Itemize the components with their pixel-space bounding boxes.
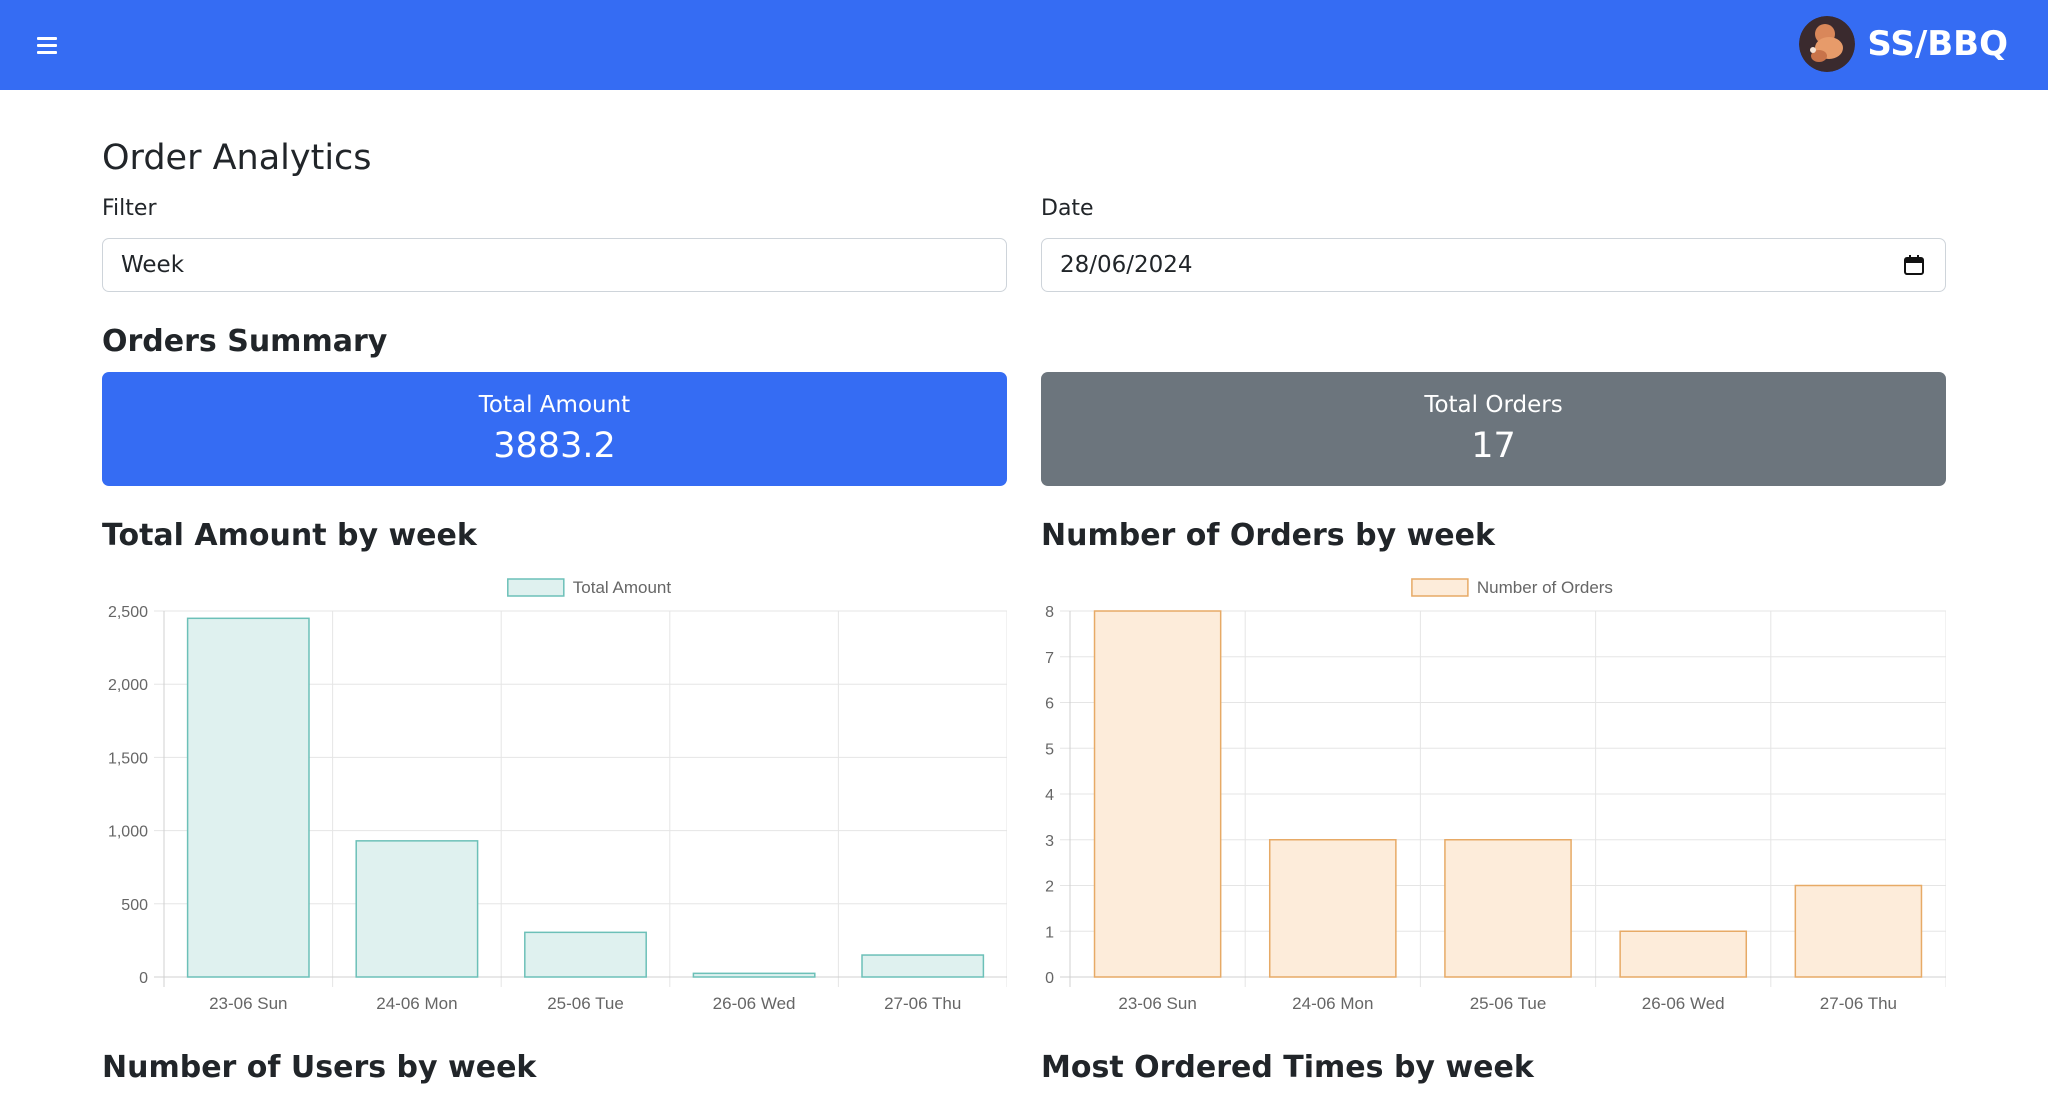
bar[interactable] (524, 931, 647, 978)
number-of-orders-chart: Number of Orders 0 1 2 3 4 5 6 7 8 23-06 Sun 24-06 … (1045, 578, 1946, 1013)
total-amount-card: Total Amount 3883.2 (102, 372, 1007, 486)
bar[interactable] (1093, 610, 1222, 978)
filter-value: Week (121, 252, 185, 278)
y-tick-label: 6 (1045, 696, 1054, 713)
x-tick-label: 26-06 Wed (713, 994, 796, 1013)
orders-summary-title: Orders Summary (102, 324, 388, 359)
page-title: Order Analytics (102, 138, 372, 178)
x-tick-label: 25-06 Tue (1470, 994, 1547, 1013)
total-orders-card: Total Orders 17 (1041, 372, 1946, 486)
bar[interactable] (1619, 930, 1748, 978)
x-tick-label: 25-06 Tue (547, 994, 624, 1013)
bar[interactable] (355, 840, 479, 978)
filter-select[interactable]: Week (102, 238, 1007, 292)
y-tick-label: 500 (121, 897, 148, 914)
total-orders-label: Total Orders (1424, 392, 1563, 418)
y-tick-label: 0 (139, 970, 148, 987)
top-navbar: SS/BBQ (0, 0, 2048, 90)
hamburger-icon[interactable] (30, 28, 64, 62)
y-tick-label: 8 (1045, 604, 1054, 621)
total-orders-value: 17 (1471, 426, 1516, 466)
x-tick-label: 27-06 Thu (1820, 994, 1897, 1013)
legend-label: Total Amount (573, 578, 672, 597)
times-chart-title: Most Ordered Times by week (1041, 1050, 1534, 1085)
y-tick-label: 0 (1045, 970, 1054, 987)
date-value: 28/06/2024 (1060, 252, 1193, 278)
y-tick-label: 3 (1045, 833, 1054, 850)
x-tick-label: 27-06 Thu (884, 994, 961, 1013)
total-amount-value: 3883.2 (493, 426, 616, 466)
y-tick-label: 2,000 (108, 677, 148, 694)
date-input[interactable]: 28/06/2024 (1041, 238, 1946, 292)
bar[interactable] (1794, 884, 1923, 978)
x-tick-label: 23-06 Sun (1118, 994, 1196, 1013)
orders-chart-title: Number of Orders by week (1041, 518, 1495, 553)
x-tick-label: 23-06 Sun (209, 994, 287, 1013)
x-tick-label: 26-06 Wed (1642, 994, 1725, 1013)
bbq-logo-icon (1799, 16, 1856, 72)
users-chart-title: Number of Users by week (102, 1050, 537, 1085)
legend-label: Number of Orders (1477, 578, 1613, 597)
total-amount-label: Total Amount (478, 392, 631, 418)
bar[interactable] (186, 617, 310, 978)
bar[interactable] (1444, 839, 1572, 978)
legend-swatch[interactable] (1411, 578, 1469, 597)
y-tick-label: 4 (1045, 787, 1054, 804)
y-tick-label: 7 (1045, 650, 1054, 667)
calendar-icon[interactable] (1903, 254, 1925, 276)
y-tick-label: 2,500 (108, 604, 148, 621)
y-tick-label: 2 (1045, 879, 1054, 896)
amount-chart-title: Total Amount by week (102, 518, 477, 553)
filter-label: Filter (102, 196, 157, 221)
brand[interactable]: SS/BBQ (1799, 14, 2008, 74)
x-tick-label: 24-06 Mon (376, 994, 457, 1013)
legend-swatch[interactable] (507, 578, 565, 597)
x-tick-label: 24-06 Mon (1292, 994, 1373, 1013)
y-tick-label: 1,000 (108, 824, 148, 841)
brand-name: SS/BBQ (1867, 24, 2008, 64)
y-tick-label: 5 (1045, 741, 1054, 758)
date-label: Date (1041, 196, 1094, 221)
y-tick-label: 1,500 (108, 750, 148, 767)
bar[interactable] (1268, 839, 1397, 978)
bar[interactable] (861, 954, 985, 978)
bar[interactable] (692, 972, 816, 978)
y-tick-label: 1 (1045, 924, 1054, 941)
total-amount-chart: Total Amount 0 500 1,000 1,500 2,000 2,500 23-0… (108, 578, 1007, 1013)
